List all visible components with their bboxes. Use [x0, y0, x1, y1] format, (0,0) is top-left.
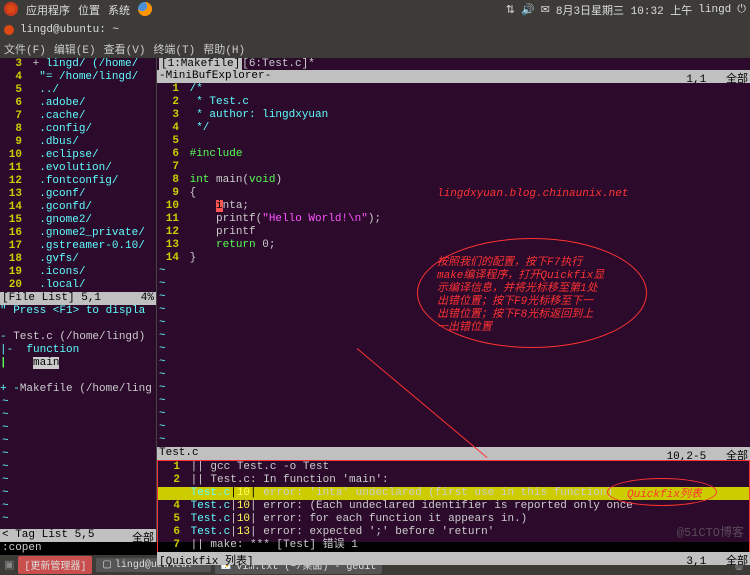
task-update-manager[interactable]: [更新管理器]: [18, 556, 92, 574]
watermark: @51CTO博客: [677, 523, 744, 540]
ubuntu-logo-icon: [4, 2, 18, 16]
window-close-icon[interactable]: [4, 25, 14, 35]
menu-edit[interactable]: 编辑(E): [54, 41, 96, 57]
vim-editor: 3 + lingd/ (/home/4 "= /home/lingd/5 ../…: [0, 58, 750, 542]
menu-file[interactable]: 文件(F): [4, 41, 46, 57]
tab-makefile[interactable]: [1:Makefile]: [159, 58, 242, 70]
window-title: lingd@ubuntu: ~: [20, 24, 119, 36]
tab-testc[interactable]: [6:Test.c]*: [242, 58, 315, 70]
tag-list-pane[interactable]: " Press <F1> to displa - Test.c (/home/l…: [0, 305, 156, 529]
menu-view[interactable]: 查看(V): [104, 41, 146, 57]
quickfix-pane[interactable]: 1 || gcc Test.c -o Test2 || Test.c: In f…: [157, 460, 750, 552]
minibuf-tabs[interactable]: [1:Makefile][6:Test.c]*: [157, 58, 750, 70]
window-titlebar: lingd@ubuntu: ~: [0, 20, 750, 40]
mail-icon[interactable]: ✉: [541, 3, 550, 17]
code-status: Test.c10,2-5 全部: [157, 447, 750, 460]
datetime[interactable]: 8月3日星期三 10:32 上午: [556, 2, 692, 18]
menu-help[interactable]: 帮助(H): [203, 41, 245, 57]
firefox-icon[interactable]: [138, 2, 152, 16]
show-desktop-icon[interactable]: ▣: [4, 558, 14, 572]
tag-list-status: < Tag List 5,5全部: [0, 529, 156, 542]
menu-places[interactable]: 位置: [78, 2, 100, 18]
menu-system[interactable]: 系统: [108, 2, 130, 18]
quickfix-status: [Quickfix 列表]3,1 全部: [157, 552, 750, 565]
file-list-pane[interactable]: 3 + lingd/ (/home/4 "= /home/lingd/5 ../…: [0, 58, 156, 292]
system-topbar: 应用程序 位置 系统 ⇅ 🔊 ✉ 8月3日星期三 10:32 上午 lingd …: [0, 0, 750, 20]
terminal-menubar: 文件(F) 编辑(E) 查看(V) 终端(T) 帮助(H): [0, 40, 750, 58]
user-menu[interactable]: lingd: [698, 4, 731, 16]
file-list-status: [File List] 5,14%: [0, 292, 156, 305]
taglist-symbol[interactable]: main: [33, 357, 59, 369]
network-icon[interactable]: ⇅: [506, 3, 515, 17]
menu-applications[interactable]: 应用程序: [26, 2, 70, 18]
sound-icon[interactable]: 🔊: [521, 3, 535, 17]
code-pane[interactable]: 1 /*2 * Test.c3 * author: lingdxyuan4 */…: [157, 83, 750, 447]
power-icon[interactable]: ⏻: [737, 4, 746, 16]
menu-terminal[interactable]: 终端(T): [153, 41, 195, 57]
minibuf-status: -MiniBufExplorer-1,1 全部: [157, 70, 750, 83]
